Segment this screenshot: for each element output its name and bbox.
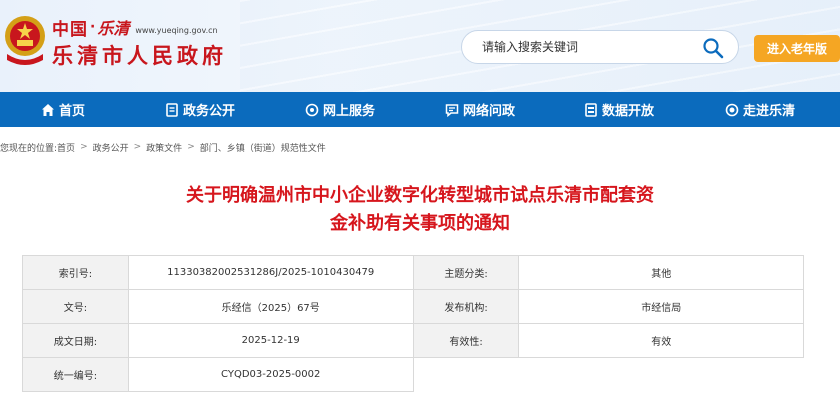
nav-item-home[interactable]: 首页 (41, 92, 85, 127)
search-box (461, 30, 739, 64)
document-title: 关于明确温州市中小企业数字化转型城市试点乐清市配套资 金补助有关事项的通知 (140, 182, 700, 238)
nav-item-online-inquiry[interactable]: 网络问政 (445, 92, 515, 127)
document-info-table: 索引号: 11330382002531286J/2025-1010430479 … (22, 255, 804, 392)
table-row: 成文日期: 2025-12-19 有效性: 有效 (22, 323, 804, 358)
breadcrumb-prefix: 您现在的位置: (0, 143, 58, 154)
index-no-label: 索引号: (22, 255, 129, 290)
site-domain: www.yueqing.gov.cn (135, 25, 218, 35)
nav-item-open-government[interactable]: 政务公开 (165, 92, 235, 127)
eye-icon (725, 103, 739, 116)
breadcrumb-separator: > (80, 142, 88, 152)
breadcrumb-item-home[interactable]: 首页 (57, 141, 75, 154)
national-emblem-icon (5, 16, 45, 65)
home-icon (42, 103, 54, 116)
date-value: 2025-12-19 (127, 323, 414, 358)
document-title-line2: 金补助有关事项的通知 (330, 213, 510, 234)
elder-mode-button[interactable]: 进入老年版 (754, 35, 840, 62)
search-icon[interactable] (702, 37, 724, 59)
document-title-line1: 关于明确温州市中小企业数字化转型城市试点乐清市配套资 (186, 185, 654, 206)
unified-no-label: 统一编号: (22, 357, 129, 392)
doc-no-label: 文号: (22, 289, 129, 324)
chat-icon (445, 103, 459, 117)
table-row: 索引号: 11330382002531286J/2025-1010430479 … (22, 255, 804, 290)
search-input[interactable] (482, 31, 692, 63)
service-icon (305, 103, 319, 116)
yueqing-script-label: 乐清 (97, 19, 130, 38)
document-icon (166, 102, 178, 117)
validity-value: 有效 (518, 323, 804, 358)
nav-item-label: 网上服务 (323, 104, 376, 119)
issuer-value: 市经信局 (518, 289, 804, 324)
validity-label: 有效性: (412, 323, 520, 358)
nav-item-open-data[interactable]: 数据开放 (584, 92, 654, 127)
unified-no-value: CYQD03-2025-0002 (127, 357, 414, 392)
site-top-dot: · (90, 19, 96, 35)
empty-cell (413, 357, 804, 392)
nav-item-label: 走进乐清 (743, 104, 796, 119)
nav-item-label: 数据开放 (602, 104, 655, 119)
site-name[interactable]: 乐清市人民政府 (52, 40, 227, 70)
nav-item-label: 网络问政 (463, 104, 516, 119)
breadcrumb-separator: > (187, 142, 195, 152)
nav-item-label: 首页 (59, 104, 86, 119)
site-header: 中国 · 乐清 www.yueqing.gov.cn 乐清市人民政府 进入老年版 (0, 0, 840, 92)
nav-item-about-yueqing[interactable]: 走进乐清 (725, 92, 795, 127)
issuer-label: 发布机构: (412, 289, 520, 324)
data-icon (585, 102, 597, 117)
nav-item-online-service[interactable]: 网上服务 (305, 92, 375, 127)
breadcrumb: 您现在的位置: 首页 > 政务公开 > 政策文件 > 部门、乡镇（街道）规范性文… (0, 140, 326, 154)
breadcrumb-item-policy-documents[interactable]: 政策文件 (146, 141, 182, 154)
category-label: 主题分类: (412, 255, 520, 290)
nav-item-label: 政务公开 (183, 104, 236, 119)
site-top-line: 中国 · 乐清 www.yueqing.gov.cn (52, 14, 218, 40)
doc-no-value: 乐经信（2025）67号 (127, 289, 414, 324)
date-label: 成文日期: (22, 323, 129, 358)
category-value: 其他 (518, 255, 804, 290)
breadcrumb-item-open-government[interactable]: 政务公开 (93, 141, 129, 154)
index-no-value: 11330382002531286J/2025-1010430479 (127, 255, 414, 290)
china-label: 中国 (52, 19, 88, 40)
table-row: 统一编号: CYQD03-2025-0002 (22, 357, 804, 392)
main-nav: 首页 政务公开 网上服务 网络问政 数据开放 走进乐清 (0, 92, 840, 127)
table-row: 文号: 乐经信（2025）67号 发布机构: 市经信局 (22, 289, 804, 324)
breadcrumb-separator: > (133, 142, 142, 152)
breadcrumb-item-normative-documents[interactable]: 部门、乡镇（街道）规范性文件 (200, 141, 326, 154)
